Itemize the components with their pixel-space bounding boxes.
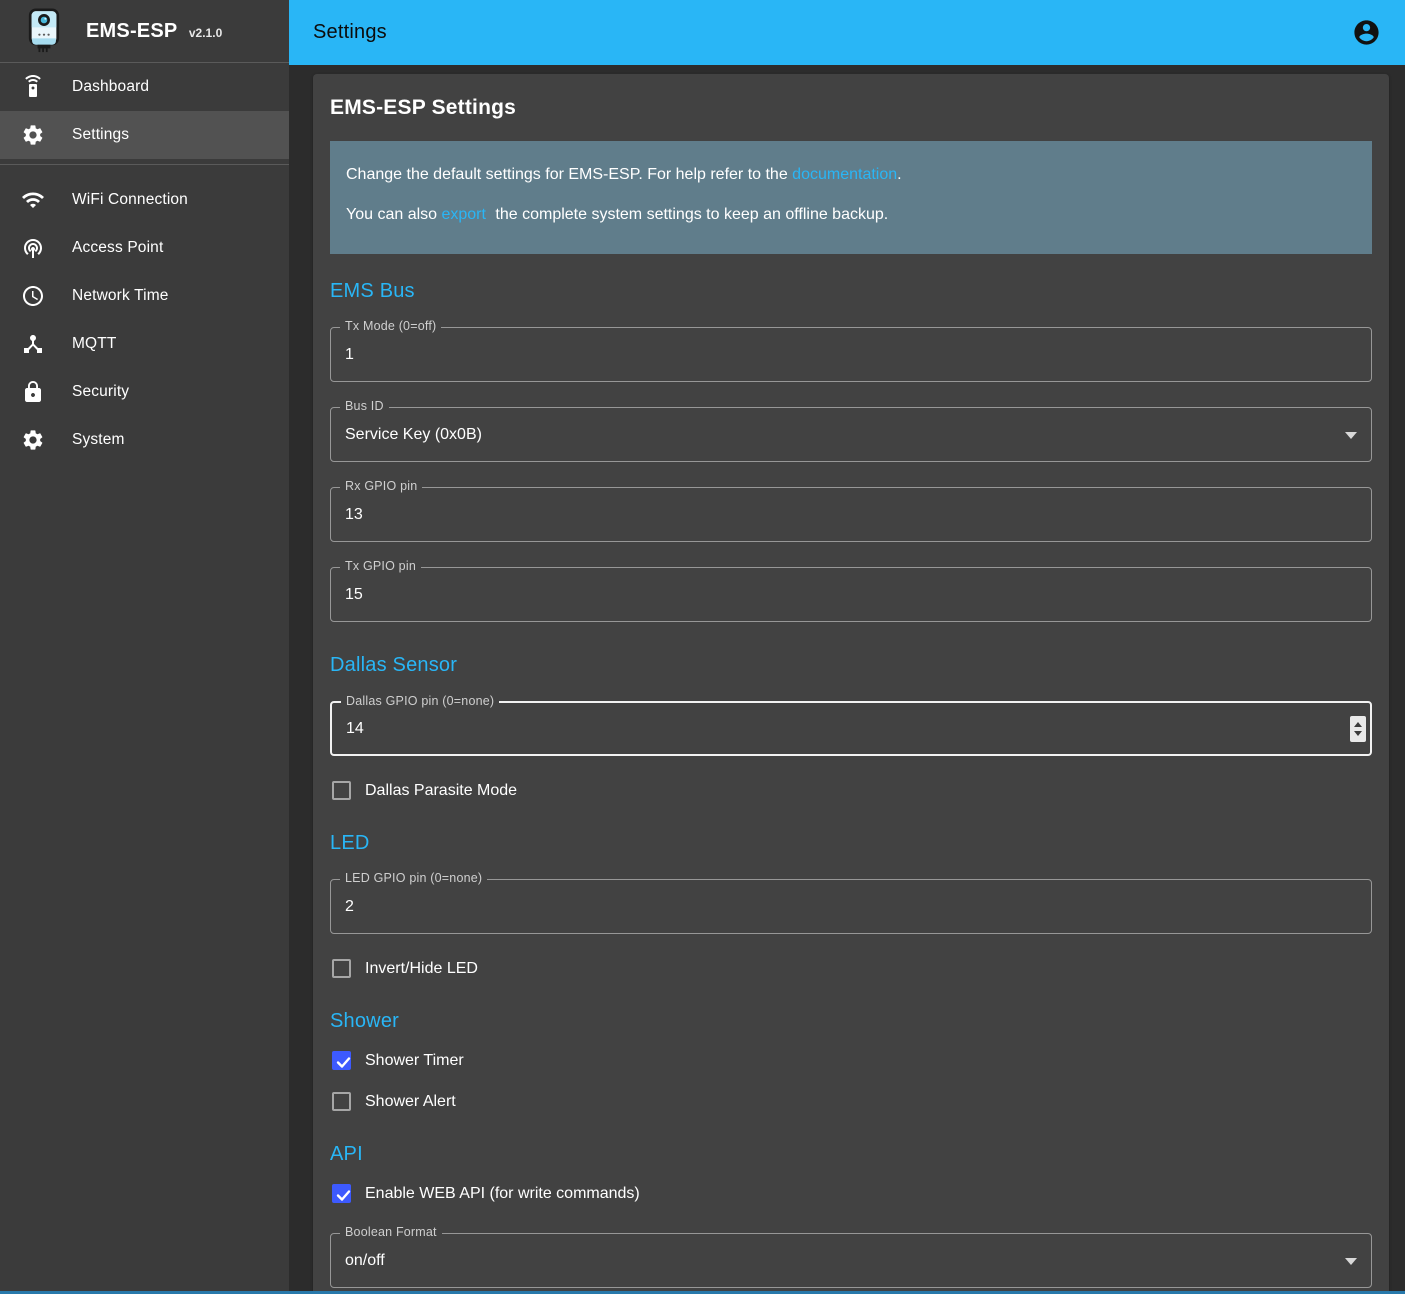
checkbox-icon[interactable] (332, 1051, 351, 1070)
gear-icon (21, 428, 45, 452)
sidebar-item-label: Network Time (72, 287, 169, 305)
sidebar: EMS-ESP v2.1.0 Dashboard Settings WiFi C… (0, 0, 289, 1294)
led-gpio-value: 2 (345, 898, 354, 916)
bus-id-select[interactable]: Bus ID Service Key (0x0B) (330, 407, 1372, 462)
info-box: Change the default settings for EMS-ESP.… (330, 141, 1372, 254)
boiler-logo-icon (22, 8, 66, 54)
wifi-icon (21, 188, 45, 212)
checkbox-label: Invert/Hide LED (365, 960, 478, 978)
section-title-ems-bus: EMS Bus (330, 280, 1372, 303)
checkbox-icon[interactable] (332, 959, 351, 978)
checkbox-label: Shower Timer (365, 1052, 464, 1070)
sidebar-item-network-time[interactable]: Network Time (0, 272, 289, 320)
enable-web-api-checkbox-row[interactable]: Enable WEB API (for write commands) (332, 1184, 1372, 1203)
sidebar-item-settings[interactable]: Settings (0, 111, 289, 159)
sidebar-item-wifi-connection[interactable]: WiFi Connection (0, 176, 289, 224)
export-link[interactable]: export (441, 206, 485, 223)
settings-card: EMS-ESP Settings Change the default sett… (313, 74, 1389, 1294)
appbar: Settings (289, 0, 1405, 65)
tx-mode-value: 1 (345, 346, 354, 364)
sidebar-item-security[interactable]: Security (0, 368, 289, 416)
section-title-led: LED (330, 832, 1372, 855)
shower-alert-checkbox-row[interactable]: Shower Alert (332, 1092, 1372, 1111)
boolean-format-value: on/off (345, 1252, 385, 1270)
chevron-down-icon (1345, 1258, 1357, 1265)
info-line-1: Change the default settings for EMS-ESP.… (346, 166, 1356, 184)
boolean-format-label: Boolean Format (340, 1225, 442, 1239)
bus-id-label: Bus ID (340, 399, 389, 413)
sidebar-item-label: System (72, 431, 125, 449)
checkbox-icon[interactable] (332, 1092, 351, 1111)
gear-icon (21, 123, 45, 147)
tx-gpio-value: 15 (345, 586, 363, 604)
checkbox-label: Dallas Parasite Mode (365, 782, 517, 800)
checkbox-label: Enable WEB API (for write commands) (365, 1185, 640, 1203)
card-heading: EMS-ESP Settings (330, 96, 1372, 120)
tx-gpio-label: Tx GPIO pin (340, 559, 421, 573)
app-version: v2.1.0 (189, 26, 222, 40)
boolean-format-select[interactable]: Boolean Format on/off (330, 1233, 1372, 1288)
shower-timer-checkbox-row[interactable]: Shower Timer (332, 1051, 1372, 1070)
tx-gpio-field[interactable]: Tx GPIO pin 15 (330, 567, 1372, 622)
checkbox-icon[interactable] (332, 1184, 351, 1203)
sidebar-item-label: WiFi Connection (72, 191, 188, 209)
led-gpio-label: LED GPIO pin (0=none) (340, 871, 487, 885)
wifi-tethering-icon (21, 236, 45, 260)
sidebar-item-label: Access Point (72, 239, 163, 257)
checkbox-label: Shower Alert (365, 1093, 456, 1111)
dallas-gpio-field[interactable]: Dallas GPIO pin (0=none) 14 (330, 701, 1372, 756)
page-title: Settings (313, 21, 387, 44)
sidebar-item-dashboard[interactable]: Dashboard (0, 63, 289, 111)
account-circle-icon[interactable] (1352, 18, 1381, 47)
spinner-down-icon[interactable] (1354, 731, 1362, 736)
bus-id-value: Service Key (0x0B) (345, 426, 482, 444)
section-title-dallas-sensor: Dallas Sensor (330, 654, 1372, 677)
app-name: EMS-ESP (86, 20, 177, 42)
app-title: EMS-ESP v2.1.0 (86, 20, 222, 43)
chevron-down-icon (1345, 432, 1357, 439)
invert-led-checkbox-row[interactable]: Invert/Hide LED (332, 959, 1372, 978)
sidebar-item-access-point[interactable]: Access Point (0, 224, 289, 272)
rx-gpio-field[interactable]: Rx GPIO pin 13 (330, 487, 1372, 542)
spinner-up-icon[interactable] (1354, 722, 1362, 727)
checkbox-icon[interactable] (332, 781, 351, 800)
remote-icon (21, 75, 45, 99)
number-spinner[interactable] (1350, 716, 1366, 742)
clock-icon (21, 284, 45, 308)
sidebar-item-system[interactable]: System (0, 416, 289, 464)
documentation-link[interactable]: documentation (792, 166, 897, 183)
led-gpio-field[interactable]: LED GPIO pin (0=none) 2 (330, 879, 1372, 934)
sidebar-item-label: Settings (72, 126, 129, 144)
main-content: EMS-ESP Settings Change the default sett… (289, 65, 1405, 1294)
tx-mode-label: Tx Mode (0=off) (340, 319, 441, 333)
section-title-shower: Shower (330, 1010, 1372, 1033)
sidebar-header: EMS-ESP v2.1.0 (0, 0, 289, 63)
sidebar-item-mqtt[interactable]: MQTT (0, 320, 289, 368)
sidebar-divider (0, 164, 289, 165)
tx-mode-field[interactable]: Tx Mode (0=off) 1 (330, 327, 1372, 382)
sidebar-item-label: MQTT (72, 335, 117, 353)
sidebar-item-label: Security (72, 383, 129, 401)
dallas-parasite-checkbox-row[interactable]: Dallas Parasite Mode (332, 781, 1372, 800)
section-title-api: API (330, 1143, 1372, 1166)
dallas-gpio-value: 14 (346, 720, 364, 738)
lock-icon (21, 380, 45, 404)
rx-gpio-value: 13 (345, 506, 363, 524)
rx-gpio-label: Rx GPIO pin (340, 479, 422, 493)
info-line-2: You can also export the complete system … (346, 206, 1356, 224)
dallas-gpio-label: Dallas GPIO pin (0=none) (341, 694, 499, 708)
sidebar-item-label: Dashboard (72, 78, 149, 96)
device-hub-icon (21, 332, 45, 356)
